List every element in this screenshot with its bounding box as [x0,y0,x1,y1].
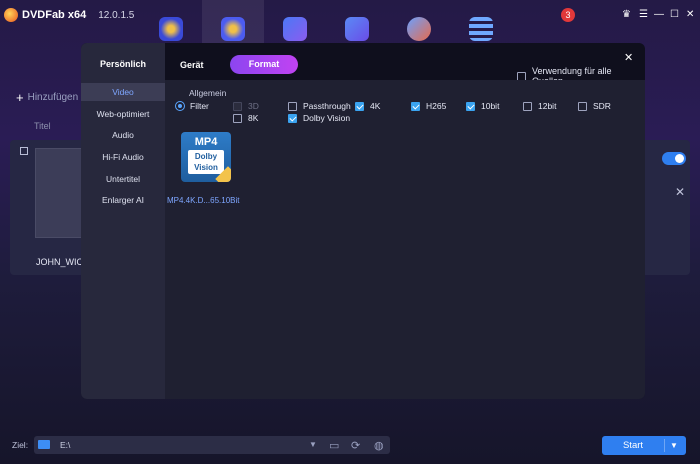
option-12bit[interactable]: 12bit [523,101,556,111]
checkbox[interactable] [466,101,475,111]
sidebar-item-hifi-audio[interactable]: Hi-Fi Audio [81,148,165,166]
notification-badge[interactable]: 3 [561,8,575,22]
badge-line-2: Vision [194,163,218,172]
minimize-icon[interactable]: — [654,9,664,20]
checkbox[interactable] [233,113,242,123]
start-button[interactable]: Start ▼ [602,436,686,455]
profile-name: MP4.4K.D...65.10Bit [167,196,240,205]
row-toggle[interactable] [662,152,686,165]
filter-radio[interactable]: Filter [175,101,209,111]
settings-icon[interactable]: ♛ [622,9,631,20]
checkbox[interactable] [355,101,364,111]
profile-dialog: Persönlich Video Web-optimiert Audio Hi-… [81,43,645,399]
menu-icon[interactable]: ☰ [639,9,648,20]
output-label: Ziel: [12,440,29,450]
filter-radio-icon [175,101,185,111]
option-4k[interactable]: 4K [355,101,380,111]
filter-label: Filter [190,101,209,111]
row-checkbox[interactable] [20,147,28,155]
dvdfab-logo-icon [4,8,18,22]
chevron-down-icon[interactable]: ▼ [309,440,317,449]
format-panel: Allgemein Filter 3D Passthrough 4K H265 … [165,80,645,399]
checkbox[interactable] [523,101,532,111]
sidebar-item-subtitle[interactable]: Untertitel [81,170,165,188]
option-8k[interactable]: 8K [233,113,258,123]
profile-sidebar: Persönlich Video Web-optimiert Audio Hi-… [81,43,165,399]
checkbox[interactable] [288,113,297,123]
title-column-header: Titel [34,121,51,131]
close-window-icon[interactable]: ✕ [686,9,694,20]
close-dialog-icon[interactable]: ✕ [624,51,633,64]
task-queue-icon [469,17,493,41]
folder-icon [38,440,50,449]
refresh-icon[interactable]: ⟳ [351,439,360,452]
maximize-icon[interactable]: ☐ [670,9,679,20]
source-thumbnail [35,148,87,238]
checkbox[interactable] [288,101,297,111]
checkbox [233,101,242,111]
browse-folder-icon[interactable]: ▭ [329,439,339,452]
badge-line-1: Dolby [194,152,218,161]
sidebar-item-web-optimized[interactable]: Web-optimiert [81,105,165,123]
checkbox[interactable] [578,101,587,111]
option-h265[interactable]: H265 [411,101,446,111]
profile-badge-format: MP4 [194,136,218,148]
add-button[interactable]: + Hinzufügen [16,90,78,105]
remove-row-icon[interactable]: ✕ [675,185,685,199]
option-passthrough[interactable]: Passthrough [288,101,351,111]
section-label: Allgemein [189,88,227,98]
ripper-disc-icon [221,17,245,41]
copy-disc-icon [159,17,183,41]
sidebar-title: Persönlich [99,59,146,69]
video-converter-icon [283,17,307,41]
checkbox[interactable] [411,101,420,111]
add-label: Hinzufügen [27,92,79,103]
sidebar-item-audio[interactable]: Audio [81,126,165,144]
option-dolby-vision[interactable]: Dolby Vision [288,113,350,123]
creator-icon [345,17,369,41]
plus-icon: + [16,90,24,105]
output-path: E:\ [60,440,71,450]
start-label: Start [622,440,644,451]
tab-device[interactable]: Gerät [180,60,204,70]
tab-format[interactable]: Format [230,55,298,74]
app-name: DVDFab x64 [22,9,87,21]
sidebar-item-enlarger-ai[interactable]: Enlarger AI [81,191,165,209]
divider [664,439,665,452]
app-version: 12.0.1.5 [98,9,135,21]
utilities-rocket-icon [407,17,431,41]
option-sdr[interactable]: SDR [578,101,611,111]
dolby-vision-badge: Dolby Vision [188,150,224,174]
app-logo: DVDFab x64 12.0.1.5 [4,8,134,22]
globe-icon[interactable]: ◍ [374,439,384,452]
option-3d: 3D [233,101,259,111]
start-dropdown-icon[interactable]: ▼ [670,436,678,455]
profile-mp4-dolby-vision[interactable]: MP4 Dolby Vision [181,132,231,182]
option-10bit[interactable]: 10bit [466,101,499,111]
sidebar-item-video[interactable]: Video [81,83,165,101]
